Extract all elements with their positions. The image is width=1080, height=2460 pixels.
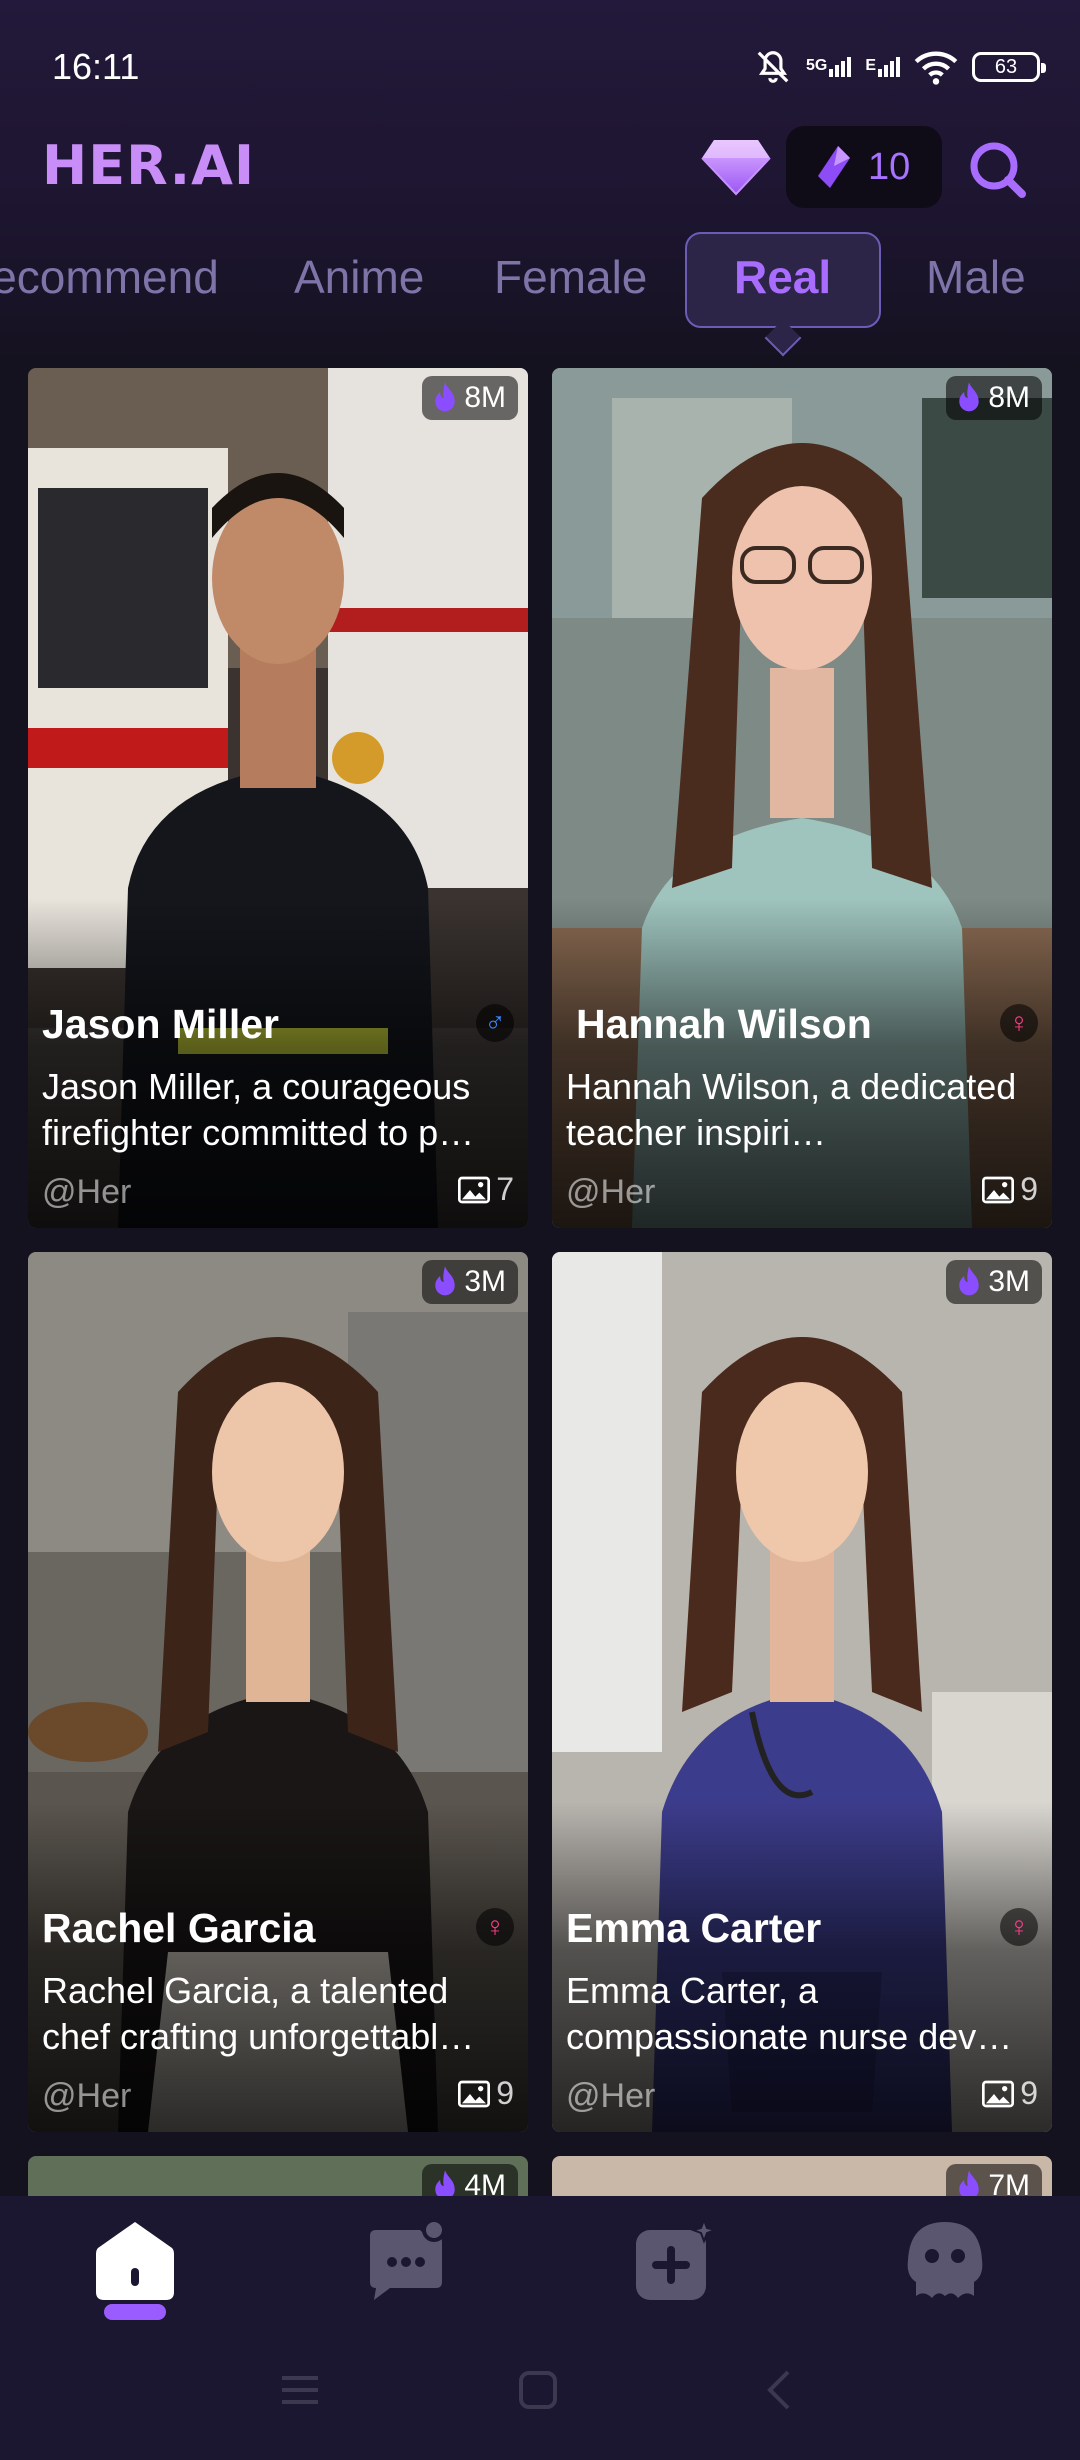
diamond-icon[interactable] xyxy=(700,136,772,198)
character-name: Jason Miller xyxy=(42,1001,279,1047)
active-nav-indicator xyxy=(104,2304,166,2320)
popularity-count: 8M xyxy=(464,381,506,414)
character-name: Emma Carter xyxy=(566,1905,822,1951)
flame-icon xyxy=(435,1266,456,1296)
crystal-icon xyxy=(818,146,850,188)
creator-handle: @Her xyxy=(566,1173,656,1211)
network-type: 5G xyxy=(805,57,828,74)
battery-level: 63 xyxy=(994,55,1018,78)
chat-icon[interactable] xyxy=(360,2216,450,2306)
image-icon xyxy=(458,1176,491,1203)
photo-count: 9 xyxy=(982,2075,1038,2112)
popularity-count: 8M xyxy=(988,381,1030,414)
character-description: Jason Miller, a courageous firefighter c… xyxy=(42,1066,475,1153)
photo-count: 9 xyxy=(982,1171,1038,1208)
popularity-badge: 8M xyxy=(946,376,1042,420)
popularity-count: 3M xyxy=(464,1265,506,1298)
creator-handle: @Her xyxy=(42,2077,132,2115)
status-icons: 5G E 63 xyxy=(754,42,1046,92)
popularity-badge: 3M xyxy=(422,1260,518,1304)
flame-icon xyxy=(959,1266,980,1296)
character-name: Hannah Wilson xyxy=(576,1001,872,1047)
flame-icon xyxy=(959,382,980,412)
coin-balance[interactable]: 10 xyxy=(786,126,942,208)
menu-icon[interactable] xyxy=(280,2370,320,2410)
status-bar: 16:11 5G E 63 xyxy=(0,0,1080,130)
tab-male[interactable]: Male xyxy=(926,250,1026,304)
network-type-2: E xyxy=(865,57,876,74)
wifi-icon xyxy=(914,51,958,85)
female-icon: ♀ xyxy=(476,1908,514,1946)
photo-count: 7 xyxy=(458,1171,514,1208)
character-description: Hannah Wilson, a dedicated teacher inspi… xyxy=(566,1066,1017,1153)
female-icon: ♀ xyxy=(1000,1004,1038,1042)
popularity-count: 3M xyxy=(988,1265,1030,1298)
character-card-hannah-wilson[interactable]: 8M Hannah Wilson ♀ Hannah Wilson, a dedi… xyxy=(552,368,1052,1228)
search-icon[interactable] xyxy=(966,138,1030,202)
character-card-emma-carter[interactable]: 3M Emma Carter ♀ Emma Carter, a compassi… xyxy=(552,1252,1052,2132)
image-icon xyxy=(982,2080,1015,2107)
character-description: Emma Carter, a compassionate nurse dev… xyxy=(566,1970,1013,2057)
character-card-rachel-garcia[interactable]: 3M Rachel Garcia ♀ Rachel Garcia, a tale… xyxy=(28,1252,528,2132)
coin-count: 10 xyxy=(868,145,911,188)
create-icon[interactable] xyxy=(628,2216,718,2306)
image-icon xyxy=(458,2080,491,2107)
character-card-jason-miller[interactable]: 8M Jason Miller ♂ Jason Miller, a courag… xyxy=(28,368,528,1228)
tab-recommend[interactable]: Recommend xyxy=(0,250,219,304)
battery-indicator: 63 xyxy=(972,52,1046,82)
mute-bell-icon xyxy=(757,51,789,83)
tab-anime[interactable]: Anime xyxy=(294,250,424,304)
creator-handle: @Her xyxy=(42,1173,132,1211)
male-icon: ♂ xyxy=(476,1004,514,1042)
female-icon: ♀ xyxy=(1000,1908,1038,1946)
character-description: Rachel Garcia, a talented chef crafting … xyxy=(42,1970,475,2057)
creator-handle: @Her xyxy=(566,2077,656,2115)
category-tabs: Recommend Anime Female Real Male xyxy=(0,230,1080,340)
flame-icon xyxy=(435,382,456,412)
image-icon xyxy=(982,1176,1015,1203)
profile-icon[interactable] xyxy=(900,2216,990,2306)
popularity-badge: 8M xyxy=(422,376,518,420)
signal-5g-icon: 5G xyxy=(805,57,852,77)
back-icon[interactable] xyxy=(760,2370,800,2410)
photo-count: 9 xyxy=(458,2075,514,2112)
home-button-icon[interactable] xyxy=(518,2370,558,2410)
tab-female[interactable]: Female xyxy=(494,250,647,304)
tab-real[interactable]: Real xyxy=(734,250,831,304)
app-logo: HER.AI xyxy=(42,134,256,197)
home-icon[interactable] xyxy=(90,2216,180,2306)
signal-e-icon: E xyxy=(865,57,900,77)
character-name: Rachel Garcia xyxy=(42,1905,316,1951)
popularity-badge: 3M xyxy=(946,1260,1042,1304)
status-time: 16:11 xyxy=(52,46,140,87)
